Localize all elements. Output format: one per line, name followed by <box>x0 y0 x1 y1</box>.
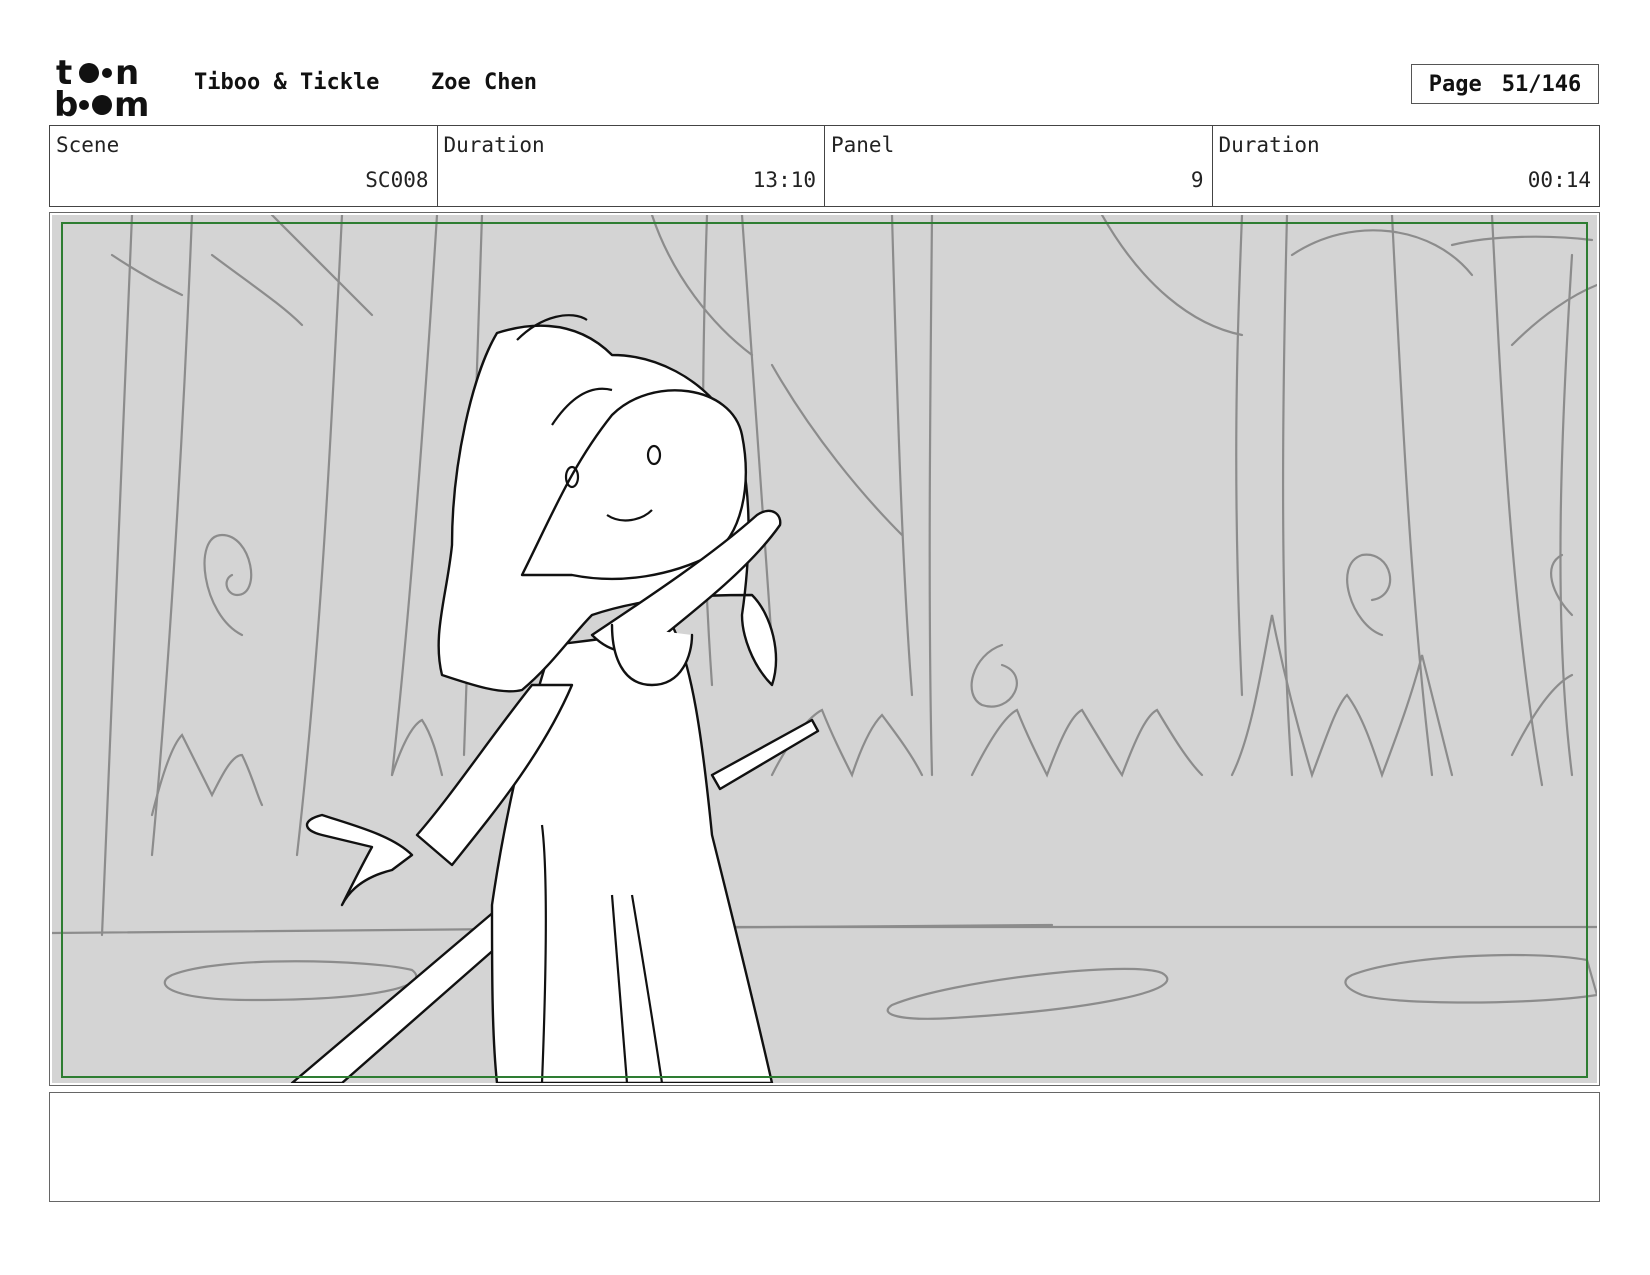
panel-notes-box[interactable] <box>49 1092 1600 1202</box>
scene-label: Scene <box>56 133 120 157</box>
svg-text:m: m <box>114 85 149 120</box>
toon-boom-logo: t n b m <box>54 54 149 120</box>
page-label: Page <box>1428 71 1482 97</box>
scene-value: SC008 <box>365 168 429 192</box>
panel-duration-label: Duration <box>1218 133 1320 157</box>
panel-duration-cell: Duration 00:14 <box>1213 126 1600 206</box>
panel-label: Panel <box>831 133 895 157</box>
panel-sketch <box>52 215 1597 1083</box>
scene-duration-cell: Duration 13:10 <box>438 126 825 206</box>
page-number: 51/146 <box>1501 71 1582 97</box>
storyboard-panel <box>49 212 1600 1086</box>
scene-info-table: Scene SC008 Duration 13:10 Panel 9 Durat… <box>49 125 1600 207</box>
scene-duration-label: Duration <box>443 133 545 157</box>
scene-duration-value: 13:10 <box>752 168 816 192</box>
panel-cell: Panel 9 <box>825 126 1213 206</box>
artist-name: Zoe Chen <box>431 70 537 95</box>
scene-cell: Scene SC008 <box>50 126 438 206</box>
page-indicator: Page 51/146 <box>1411 64 1599 104</box>
panel-duration-value: 00:14 <box>1527 168 1591 192</box>
project-title: Tiboo & Tickle <box>194 70 380 95</box>
panel-value: 9 <box>1190 168 1204 192</box>
svg-text:b: b <box>54 85 78 120</box>
